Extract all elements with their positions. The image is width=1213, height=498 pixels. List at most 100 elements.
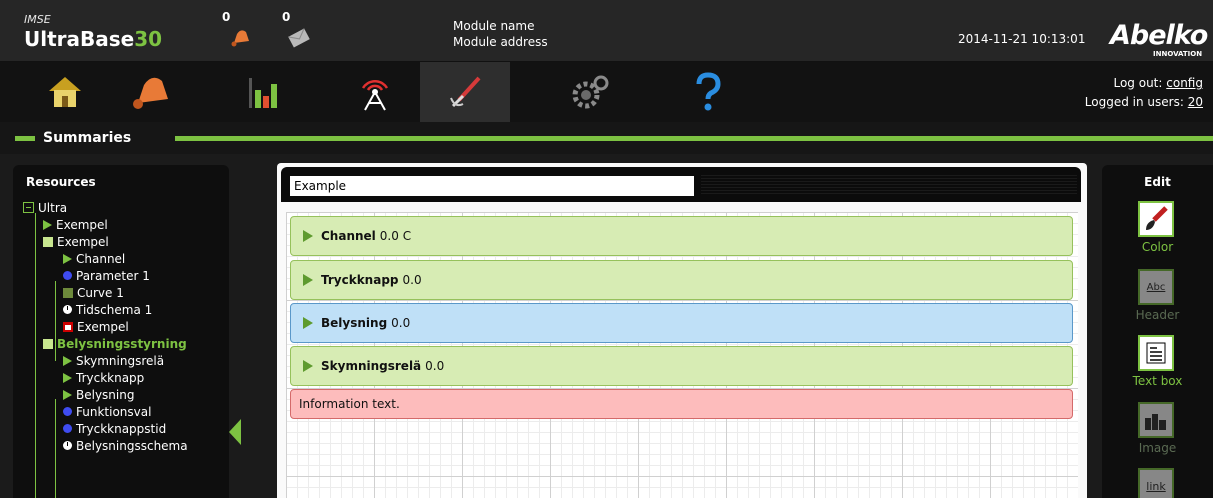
help-icon — [696, 72, 721, 111]
logo-subtitle: INNOVATION — [1153, 50, 1203, 58]
resources-title: Resources — [26, 175, 96, 189]
image-tool-label: Image — [1138, 441, 1177, 455]
collapse-panel-arrow-icon[interactable] — [229, 419, 241, 445]
tree-node[interactable]: Skymningsrelä — [63, 352, 164, 369]
resources-panel: Resources Ultra Exempel Exempel Channel … — [13, 165, 241, 498]
summary-row[interactable]: Tryckknapp 0.0 — [290, 260, 1073, 300]
paintbrush-icon — [1146, 206, 1168, 230]
image-tool-button[interactable] — [1138, 402, 1174, 438]
color-tool-label: Color — [1141, 240, 1174, 254]
textbox-tool-button[interactable] — [1138, 335, 1174, 371]
tree-node[interactable]: Funktionsval — [63, 403, 151, 420]
nav-settings[interactable] — [545, 62, 635, 122]
tree-node[interactable]: Curve 1 — [63, 284, 124, 301]
logged-users-label: Logged in users: — [1084, 95, 1184, 109]
message-envelope-icon[interactable] — [287, 28, 311, 52]
nav-home[interactable] — [20, 62, 110, 122]
tree-node[interactable]: Belysningsschema — [63, 437, 188, 454]
logout-link[interactable]: config — [1166, 76, 1203, 90]
parameter-dot-icon — [63, 407, 72, 416]
tree-label: Tryckknappstid — [76, 421, 167, 436]
summary-canvas: Channel0.0 C Tryckknapp0.0 Belysning0.0 … — [277, 163, 1087, 498]
calendar-icon — [63, 321, 73, 332]
section-divider — [0, 136, 1213, 141]
edit-title: Edit — [1144, 175, 1171, 189]
tree-guide — [55, 399, 56, 498]
alarm-count: 0 — [222, 10, 231, 24]
collapse-box-icon[interactable] — [23, 202, 34, 213]
header-tool-label: Header — [1135, 308, 1180, 322]
row-value: 0.0 — [391, 316, 411, 330]
section-title: Summaries — [37, 130, 138, 146]
tree-node[interactable]: Tryckknapp — [63, 369, 144, 386]
tree-node[interactable]: Belysning — [63, 386, 134, 403]
textbox-tool-label: Text box — [1132, 374, 1183, 388]
group-square-icon — [43, 236, 53, 247]
link-text-icon: link — [1146, 479, 1166, 493]
tree-node[interactable]: Exempel — [43, 233, 109, 250]
user-info: Log out: config Logged in users: 20 — [1085, 74, 1203, 112]
row-name: Belysning — [321, 316, 388, 330]
settings-gears-icon — [572, 75, 609, 109]
alarm-bell-small-icon[interactable] — [230, 28, 252, 52]
summary-title-input[interactable] — [290, 176, 694, 196]
tree-node-root[interactable]: Ultra — [23, 199, 67, 216]
logged-users-link[interactable]: 20 — [1188, 95, 1203, 109]
alarm-bell-icon — [133, 77, 168, 109]
tree-node[interactable]: Parameter 1 — [63, 267, 150, 284]
edit-panel: Edit Color Abc Header Text box Image lin… — [1102, 165, 1213, 498]
nav-alarms[interactable] — [107, 62, 197, 122]
curve-square-icon — [63, 287, 73, 298]
tree-label: Parameter 1 — [76, 268, 150, 283]
antenna-icon — [361, 79, 389, 111]
section-bar: Summaries — [0, 122, 1213, 154]
summary-row-selected[interactable]: Belysning 0.0 — [290, 303, 1073, 343]
text-lines-icon — [1146, 342, 1166, 364]
parameter-dot-icon — [63, 271, 72, 280]
channel-triangle-icon — [303, 317, 313, 329]
brand-subtitle: IMSE — [24, 13, 51, 26]
row-value: 0.0 C — [379, 229, 412, 243]
color-tool-button[interactable] — [1138, 201, 1174, 237]
logout-line: Log out: config — [1085, 74, 1203, 93]
main-nav: Log out: config Logged in users: 20 — [0, 62, 1213, 122]
tree-label: Curve 1 — [77, 285, 124, 300]
clock-icon — [63, 441, 72, 450]
header-tool-button[interactable]: Abc — [1138, 269, 1174, 305]
tree-label: Exempel — [77, 319, 129, 334]
module-name: Module name — [453, 19, 535, 33]
tree-label: Channel — [76, 251, 126, 266]
nav-charts[interactable] — [220, 62, 310, 122]
tree-node[interactable]: Tidschema 1 — [63, 301, 152, 318]
tree-label: Tryckknapp — [76, 370, 145, 385]
tree-node[interactable]: Exempel — [43, 216, 108, 233]
tree-node-selected[interactable]: Belysningsstyrning — [43, 335, 187, 352]
nav-communication[interactable] — [330, 62, 420, 122]
section-marker — [15, 136, 35, 141]
row-value: 0.0 — [425, 359, 445, 373]
tree-label: Tidschema 1 — [76, 302, 153, 317]
summary-row[interactable]: Skymningsrelä 0.0 — [290, 346, 1073, 386]
tools-icon — [450, 76, 481, 108]
nav-tools[interactable] — [420, 62, 510, 122]
tree-label: Ultra — [38, 200, 68, 215]
channel-triangle-icon — [63, 253, 72, 264]
summary-row[interactable]: Channel 0.0 C — [290, 216, 1073, 256]
image-icon — [1145, 414, 1166, 430]
channel-triangle-icon — [303, 274, 313, 286]
header: IMSE UltraBase30 0 0 Module name Module … — [0, 0, 1213, 62]
info-text-box[interactable]: Information text. — [290, 389, 1073, 419]
tree-node[interactable]: Channel — [63, 250, 125, 267]
tree-node[interactable]: Exempel — [63, 318, 129, 335]
row-name: Tryckknapp — [321, 273, 399, 287]
nav-help[interactable] — [663, 62, 753, 122]
parameter-dot-icon — [63, 424, 72, 433]
tree-node[interactable]: Tryckknappstid — [63, 420, 166, 437]
link-tool-button[interactable]: link — [1138, 468, 1174, 498]
channel-triangle-icon — [63, 372, 72, 383]
channel-triangle-icon — [63, 355, 72, 366]
brand-number: 30 — [134, 27, 163, 51]
channel-triangle-icon — [63, 389, 72, 400]
home-icon — [49, 77, 81, 107]
tree-label: Belysningsschema — [76, 438, 188, 453]
